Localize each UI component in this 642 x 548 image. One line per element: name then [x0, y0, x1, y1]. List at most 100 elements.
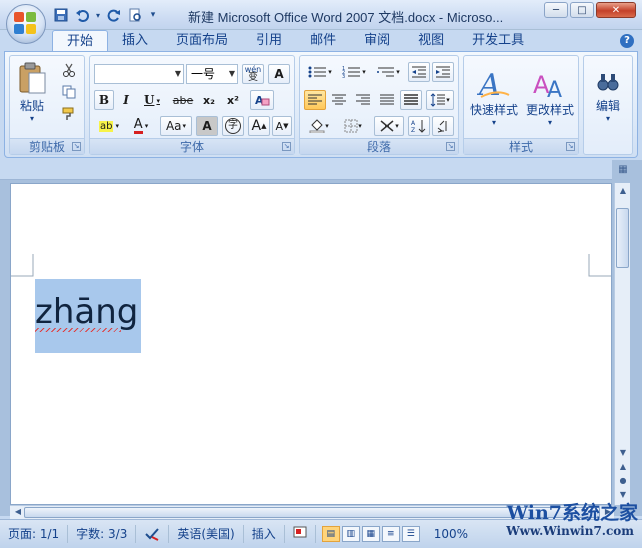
- web-layout-icon[interactable]: ▦: [361, 526, 380, 542]
- tab-mailings[interactable]: 邮件: [296, 30, 350, 52]
- paste-button[interactable]: 粘贴 ▾: [14, 60, 50, 124]
- multilevel-list-button[interactable]: ▾: [372, 62, 404, 82]
- change-styles-button[interactable]: AA 更改样式 ▾: [522, 60, 578, 134]
- decrease-indent-button[interactable]: [408, 62, 430, 82]
- paragraph-dialog-launcher[interactable]: ↘: [446, 142, 455, 151]
- strikethrough-button[interactable]: abe: [170, 90, 196, 110]
- font-color-button[interactable]: A ▾: [126, 116, 156, 136]
- quick-styles-button[interactable]: A 快速样式 ▾: [466, 60, 522, 134]
- chevron-down-icon: ▾: [396, 68, 400, 76]
- editing-button[interactable]: 编辑 ▾: [586, 60, 630, 134]
- document-page[interactable]: zhāng: [10, 183, 612, 505]
- macro-record[interactable]: [285, 525, 316, 543]
- tab-page-layout[interactable]: 页面布局: [162, 30, 242, 52]
- copy-button[interactable]: [58, 82, 80, 102]
- justify-button[interactable]: [376, 90, 398, 110]
- grow-font-button[interactable]: A ▲: [248, 116, 270, 136]
- underline-button[interactable]: U ▾: [138, 90, 166, 110]
- document-text[interactable]: zhāng: [35, 292, 138, 332]
- chevron-down-icon: ▾: [328, 68, 332, 76]
- format-painter-button[interactable]: [58, 104, 80, 124]
- vertical-scroll-thumb[interactable]: [616, 208, 629, 268]
- vertical-scrollbar[interactable]: ▲ ▼ ▲ ● ▼: [614, 183, 630, 505]
- shrink-font-label: A: [275, 119, 284, 133]
- italic-button[interactable]: I: [116, 90, 136, 110]
- office-logo-icon: [14, 12, 38, 36]
- page-count[interactable]: 页面: 1/1: [0, 525, 69, 543]
- tab-insert[interactable]: 插入: [108, 30, 162, 52]
- font-name-combo[interactable]: ▼: [94, 64, 184, 84]
- subscript-button[interactable]: x₂: [198, 90, 220, 110]
- scissors-icon: [63, 63, 75, 77]
- character-shading-label: A: [202, 119, 212, 133]
- show-marks-button[interactable]: [432, 116, 454, 136]
- underline-label: U: [144, 93, 155, 107]
- close-button[interactable]: ✕: [596, 2, 636, 18]
- shading-button[interactable]: ▾: [304, 116, 334, 136]
- change-case-button[interactable]: Aa ▾: [160, 116, 192, 136]
- print-preview-icon[interactable]: [126, 6, 144, 24]
- font-size-combo[interactable]: 一号 ▼: [186, 64, 238, 84]
- caret-down-icon: ▼: [283, 122, 289, 130]
- bullets-button[interactable]: ▾: [304, 62, 336, 82]
- redo-icon[interactable]: [105, 6, 123, 24]
- tab-review[interactable]: 审阅: [350, 30, 404, 52]
- shrink-font-button[interactable]: A ▼: [272, 116, 292, 136]
- undo-icon[interactable]: [73, 6, 91, 24]
- scroll-up-icon[interactable]: ▲: [615, 183, 631, 199]
- numbering-button[interactable]: 123 ▾: [338, 62, 370, 82]
- zoom-level[interactable]: 100%: [426, 525, 476, 543]
- increase-indent-icon: [436, 66, 450, 78]
- phonetic-guide-button[interactable]: wén 变: [242, 64, 264, 84]
- insert-mode[interactable]: 插入: [244, 525, 285, 543]
- chevron-down-icon: ▾: [605, 114, 610, 123]
- clipboard-dialog-launcher[interactable]: ↘: [72, 142, 81, 151]
- help-icon[interactable]: ?: [620, 34, 634, 48]
- language-status[interactable]: 英语(美国): [169, 525, 244, 543]
- office-button[interactable]: [6, 4, 46, 44]
- bold-button[interactable]: B: [94, 90, 114, 110]
- minimize-button[interactable]: ─: [544, 2, 568, 18]
- print-layout-icon[interactable]: ▤: [321, 526, 340, 542]
- save-icon[interactable]: [52, 6, 70, 24]
- tab-home[interactable]: 开始: [52, 30, 109, 52]
- chevron-down-icon[interactable]: ▾: [94, 6, 102, 24]
- styles-dialog-launcher[interactable]: ↘: [566, 142, 575, 151]
- align-center-button[interactable]: [328, 90, 350, 110]
- cut-button[interactable]: [58, 60, 80, 80]
- tab-view[interactable]: 视图: [404, 30, 458, 52]
- svg-text:3: 3: [342, 74, 345, 79]
- distributed-button[interactable]: [400, 90, 422, 110]
- superscript-button[interactable]: x²: [222, 90, 244, 110]
- word-count[interactable]: 字数: 3/3: [68, 525, 137, 543]
- view-ruler-icon[interactable]: ▦: [616, 164, 630, 180]
- proofing-status[interactable]: [136, 525, 170, 543]
- svg-text:A: A: [477, 68, 501, 101]
- align-left-button[interactable]: [304, 90, 326, 110]
- line-spacing-button[interactable]: ▾: [426, 90, 454, 110]
- highlight-button[interactable]: ab ▾: [94, 116, 124, 136]
- align-right-button[interactable]: [352, 90, 374, 110]
- chinese-layout-icon: [380, 120, 394, 132]
- character-shading-button[interactable]: A: [196, 116, 218, 136]
- character-border-button[interactable]: A: [268, 64, 290, 84]
- outline-icon[interactable]: ≡: [381, 526, 400, 542]
- enclose-character-button[interactable]: 字: [222, 116, 244, 136]
- maximize-button[interactable]: □: [570, 2, 594, 18]
- tab-developer[interactable]: 开发工具: [458, 30, 538, 52]
- svg-text:A: A: [411, 120, 416, 127]
- borders-button[interactable]: ▾: [338, 116, 368, 136]
- font-dialog-launcher[interactable]: ↘: [282, 142, 291, 151]
- increase-indent-button[interactable]: [432, 62, 454, 82]
- chinese-layout-button[interactable]: ▾: [374, 116, 404, 136]
- customize-icon[interactable]: ▾: [147, 6, 159, 24]
- paste-label: 粘贴: [19, 99, 44, 113]
- proofing-icon: [145, 528, 160, 541]
- full-screen-reading-icon[interactable]: ▥: [341, 526, 360, 542]
- sort-button[interactable]: AZ: [408, 116, 430, 136]
- clear-formatting-button[interactable]: A: [250, 90, 274, 110]
- tab-references[interactable]: 引用: [242, 30, 296, 52]
- styles-group: A 快速样式 ▾ AA 更改样式 ▾ 样式 ↘: [463, 55, 579, 155]
- styles-group-label: 样式: [464, 138, 578, 154]
- draft-icon[interactable]: ☰: [401, 526, 420, 542]
